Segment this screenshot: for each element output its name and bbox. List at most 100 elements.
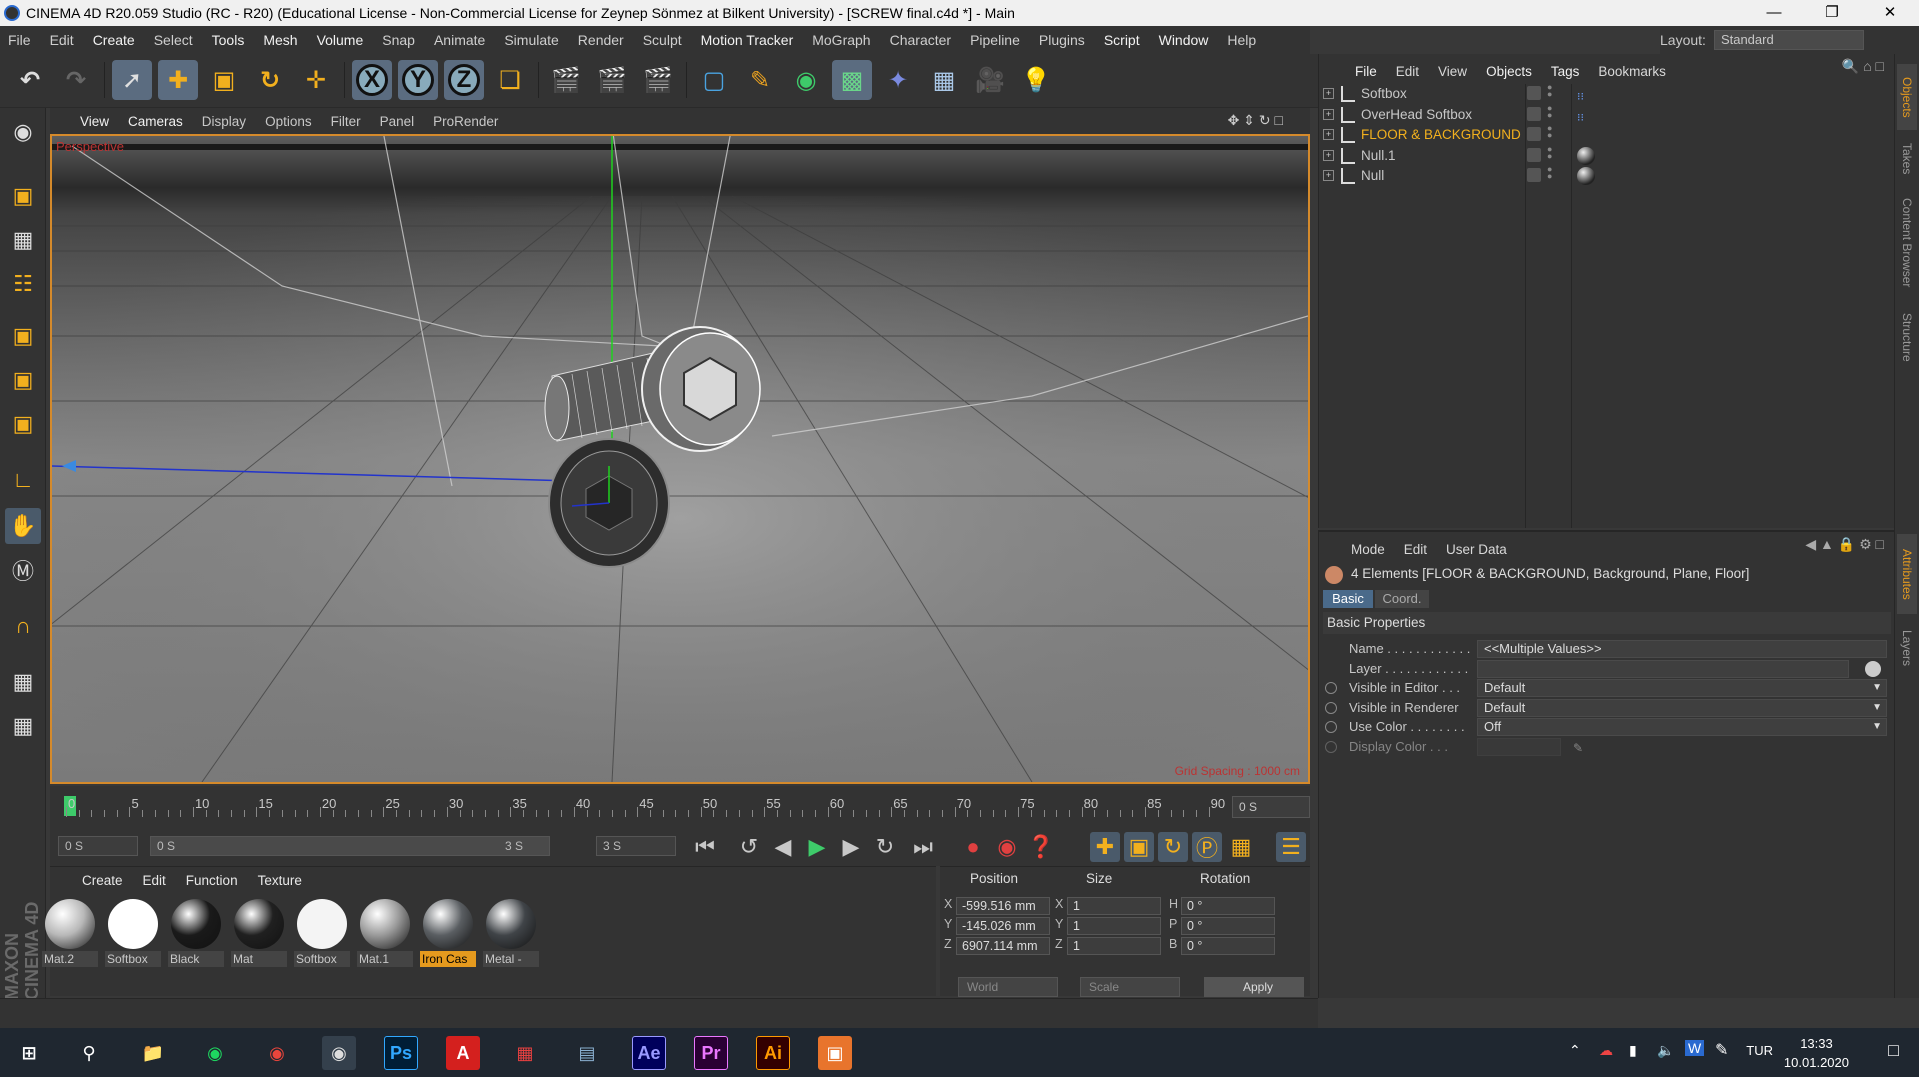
obj-menu-objects[interactable]: Objects: [1486, 64, 1532, 79]
eyedropper-icon[interactable]: ✎: [1573, 737, 1583, 759]
rotation-field[interactable]: 0 °: [1181, 937, 1275, 955]
deformer-icon[interactable]: ✦: [878, 60, 918, 100]
z-axis-lock-icon[interactable]: Z: [444, 60, 484, 100]
material-swatch[interactable]: Metal -: [483, 897, 539, 969]
redo-icon[interactable]: ↷: [56, 60, 96, 100]
visibility-toggle-icon[interactable]: [1527, 147, 1541, 162]
sketchup-icon[interactable]: ▦: [508, 1036, 542, 1070]
expand-icon[interactable]: +: [1323, 170, 1334, 181]
attr-display-color-field[interactable]: [1477, 737, 1561, 756]
render-to-picture-viewer-icon[interactable]: 🎬: [592, 60, 632, 100]
close-button[interactable]: ✕: [1861, 0, 1919, 26]
network-warning-icon[interactable]: ☁: [1599, 1042, 1613, 1059]
menu-volume[interactable]: Volume: [317, 32, 364, 48]
side-tab-content-browser[interactable]: Content Browser: [1897, 188, 1917, 298]
layer-picker-icon[interactable]: [1865, 660, 1881, 677]
windows-start-icon[interactable]: ⊞: [12, 1036, 46, 1070]
volume-icon[interactable]: 🔈: [1657, 1042, 1674, 1059]
timeline-ruler[interactable]: 0 5 10 15 20 25 30 35 40 45 50 55 60 65 70 75 80 85 90 0 S: [50, 786, 1310, 826]
clock[interactable]: 13:33 10.01.2020: [1784, 1034, 1849, 1072]
render-view-icon[interactable]: 🎬: [546, 60, 586, 100]
viewport-menu-prorender[interactable]: ProRender: [433, 114, 498, 129]
menu-pipeline[interactable]: Pipeline: [970, 32, 1020, 48]
menu-select[interactable]: Select: [154, 32, 193, 48]
play-icon[interactable]: ▶: [802, 832, 832, 862]
size-field[interactable]: 1: [1067, 937, 1161, 955]
tweak-mode-icon[interactable]: ✋: [5, 508, 41, 544]
mat-menu-texture[interactable]: Texture: [258, 873, 302, 888]
menu-character[interactable]: Character: [890, 32, 951, 48]
viewport-menu-cameras[interactable]: Cameras: [128, 114, 183, 129]
render-dots-icon[interactable]: ● ●: [1547, 165, 1552, 186]
mat-menu-edit[interactable]: Edit: [143, 873, 166, 888]
premiere-icon[interactable]: Pr: [694, 1036, 728, 1070]
side-tab-attributes[interactable]: Attributes: [1897, 534, 1917, 614]
expand-icon[interactable]: +: [1323, 88, 1334, 99]
menu-file[interactable]: File: [8, 32, 31, 48]
next-key-icon[interactable]: ↻: [870, 832, 900, 862]
position-field[interactable]: -145.026 mm: [956, 917, 1050, 935]
live-selection-icon[interactable]: ➚: [112, 60, 152, 100]
obj-menu-tags[interactable]: Tags: [1551, 64, 1580, 79]
cube-primitive-icon[interactable]: ▢: [694, 60, 734, 100]
go-to-end-icon[interactable]: ⏭: [908, 832, 938, 862]
attr-use-color-field[interactable]: Off ▼: [1477, 718, 1887, 736]
previous-key-icon[interactable]: ↺: [734, 832, 764, 862]
menu-edit[interactable]: Edit: [50, 32, 74, 48]
material-swatch[interactable]: Softbox: [105, 897, 161, 969]
render-dots-icon[interactable]: ● ●: [1547, 124, 1552, 145]
edit-render-settings-icon[interactable]: 🎬: [638, 60, 678, 100]
coord-mode-dropdown[interactable]: Scale: [1080, 977, 1180, 997]
edges-mode-icon[interactable]: ▣: [5, 362, 41, 398]
side-tab-objects[interactable]: Objects: [1897, 64, 1917, 130]
material-swatch[interactable]: Iron Cas: [420, 897, 476, 969]
end-frame-field[interactable]: 3 S: [596, 836, 676, 856]
scale-tool-icon[interactable]: ▣: [204, 60, 244, 100]
acrobat-icon[interactable]: A: [446, 1036, 480, 1070]
language-indicator[interactable]: TUR: [1746, 1043, 1773, 1058]
animate-radio-icon[interactable]: [1325, 701, 1337, 714]
menu-snap[interactable]: Snap: [382, 32, 415, 48]
obj-menu-edit[interactable]: Edit: [1396, 64, 1419, 79]
illustrator-icon[interactable]: Ai: [756, 1036, 790, 1070]
obj-menu-file[interactable]: File: [1355, 64, 1377, 79]
material-swatch[interactable]: Mat.2: [42, 897, 98, 969]
pen-icon[interactable]: ✎: [1715, 1040, 1728, 1060]
section-basic-properties[interactable]: Basic Properties: [1323, 612, 1891, 634]
subdivision-surface-icon[interactable]: ◉: [786, 60, 826, 100]
snapping-icon[interactable]: Ⓜ: [5, 552, 41, 588]
menu-motion-tracker[interactable]: Motion Tracker: [701, 32, 794, 48]
attr-menu-mode[interactable]: Mode: [1351, 542, 1385, 557]
menu-render[interactable]: Render: [578, 32, 624, 48]
attr-visible-in-editor-field[interactable]: Default ▼: [1477, 679, 1887, 697]
texture-mode-icon[interactable]: ▦: [5, 222, 41, 258]
attr-name-field[interactable]: <<Multiple Values>>: [1477, 640, 1887, 658]
menu-help[interactable]: Help: [1227, 32, 1256, 48]
workplane-mode-icon[interactable]: ☷: [5, 266, 41, 302]
visibility-toggle-icon[interactable]: [1527, 86, 1541, 100]
visibility-toggle-icon[interactable]: [1527, 168, 1541, 182]
battery-icon[interactable]: ▮: [1629, 1042, 1637, 1059]
after-effects-icon[interactable]: Ae: [632, 1036, 666, 1070]
notification-icon[interactable]: □: [1888, 1040, 1899, 1061]
rotation-field[interactable]: 0 °: [1181, 917, 1275, 935]
points-mode-icon[interactable]: ▣: [5, 318, 41, 354]
target-tag-icon[interactable]: ⁝⁝: [1577, 106, 1595, 124]
spotify-icon[interactable]: ◉: [198, 1036, 232, 1070]
size-field[interactable]: 1: [1067, 917, 1161, 935]
visibility-toggle-icon[interactable]: [1527, 106, 1541, 121]
go-to-start-icon[interactable]: ⏮: [690, 832, 720, 862]
render-dots-icon[interactable]: ● ●: [1547, 144, 1552, 166]
material-swatch[interactable]: Black: [168, 897, 224, 969]
floor-icon[interactable]: ▦: [924, 60, 964, 100]
attr-visible-in-renderer-field[interactable]: Default ▼: [1477, 698, 1887, 717]
menu-mesh[interactable]: Mesh: [263, 32, 297, 48]
obj-menu-bookmarks[interactable]: Bookmarks: [1598, 64, 1666, 79]
coord-space-dropdown[interactable]: World: [958, 977, 1058, 997]
attr-menu-user-data[interactable]: User Data: [1446, 542, 1507, 557]
layout-dropdown[interactable]: Standard: [1713, 30, 1864, 50]
tab-basic[interactable]: Basic: [1323, 590, 1373, 608]
material-tag-icon[interactable]: [1577, 167, 1595, 185]
locked-workplane-icon[interactable]: ▦: [5, 708, 41, 744]
y-axis-lock-icon[interactable]: Y: [398, 60, 438, 100]
